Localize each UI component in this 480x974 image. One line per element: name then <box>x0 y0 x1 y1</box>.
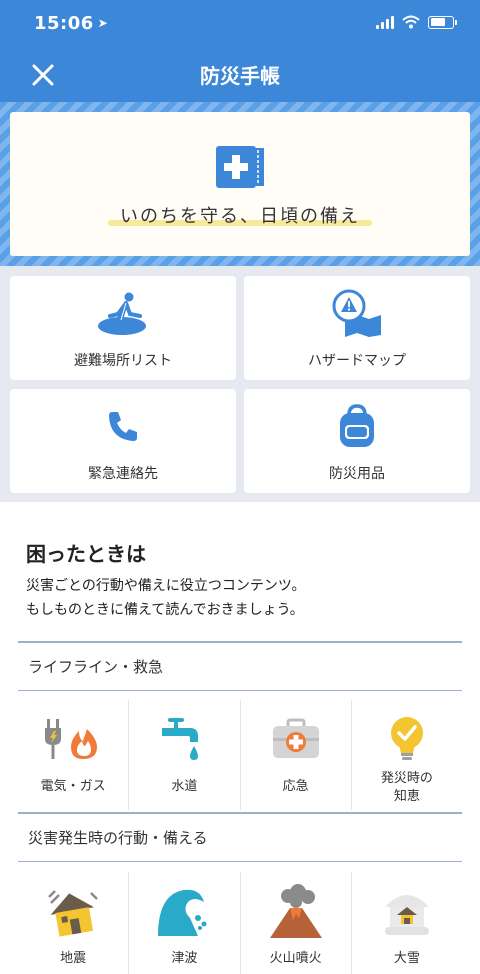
plug-flame-icon <box>45 719 98 759</box>
phone-icon <box>109 412 137 441</box>
item-disaster-wisdom[interactable]: 発災時の 知恵 <box>352 700 462 810</box>
faucet-icon <box>162 718 199 760</box>
item-tsunami[interactable]: 津波 <box>129 872 241 974</box>
item-label: 応急 <box>241 778 351 796</box>
hazard-map-icon <box>332 289 381 337</box>
item-label: 電気・ガス <box>40 779 106 794</box>
signal-icon <box>376 15 394 29</box>
item-label-line: 知恵 <box>393 789 420 804</box>
item-label-text: 応急 <box>282 779 309 794</box>
battery-icon <box>428 15 457 29</box>
emergency-contacts-tile[interactable]: 緊急連絡先 <box>10 389 236 493</box>
tile-label: 緊急連絡先 <box>88 466 158 482</box>
item-label: 水道 <box>171 779 198 794</box>
evacuation-icon <box>98 292 146 335</box>
hero-tagline: いのちを守る、日頃の備え <box>120 206 360 227</box>
item-label: 大雪 <box>393 951 420 966</box>
section-description: 災害ごとの行動や備えに役立つコンテンツ。 もしものときに備えて読んでおきましょう… <box>26 574 305 622</box>
trouble-section: 困ったときは 災害ごとの行動や備えに役立つコンテンツ。 もしものときに備えて読ん… <box>0 502 480 974</box>
notebook-plus-icon <box>216 146 264 188</box>
lightbulb-icon <box>390 717 423 760</box>
wifi-icon <box>402 15 420 29</box>
item-label: 地震 <box>60 951 87 966</box>
hero-banner: いのちを守る、日頃の備え <box>0 102 480 266</box>
disaster-supplies-tile[interactable]: 防災用品 <box>244 389 470 493</box>
item-label: 火山噴火 <box>269 951 322 966</box>
item-water[interactable]: 水道 <box>129 700 241 810</box>
item-electricity-gas[interactable]: 電気・ガス <box>18 700 130 810</box>
description-line: もしものときに備えて読んでおきましょう。 <box>26 602 304 618</box>
hazard-map-tile[interactable]: ハザードマップ <box>244 276 470 380</box>
item-first-aid[interactable]: 応急 <box>241 700 352 810</box>
item-volcano[interactable]: 火山噴火 <box>241 872 352 974</box>
status-bar: 15:06 ➤ <box>0 0 480 50</box>
location-arrow-icon: ➤ <box>97 16 109 30</box>
volcano-icon <box>269 884 322 938</box>
item-label: 発災時の 知恵 <box>352 770 462 806</box>
item-earthquake[interactable]: 地震 <box>18 872 130 974</box>
category-row-lifeline: 電気・ガス 水道 応急 発災時の 知恵 <box>18 700 462 810</box>
tile-label: ハザードマップ <box>308 353 406 369</box>
status-time: 15:06 ➤ <box>34 13 109 34</box>
category-title: ライフライン・救急 <box>28 658 164 676</box>
quick-menu: 避難場所リスト ハザードマップ 緊急連絡先 防災用品 <box>0 266 480 502</box>
item-label-line: 発災時の <box>380 771 433 786</box>
page-title: 防災手帳 <box>200 64 280 88</box>
item-heavy-snow[interactable]: 大雪 <box>352 872 462 974</box>
app-header: 15:06 ➤ 防災手帳 <box>0 0 480 102</box>
earthquake-house-icon <box>48 890 99 937</box>
category-title: 災害発生時の行動・備える <box>28 829 208 847</box>
tile-label: 避難場所リスト <box>74 353 172 369</box>
category-header-disaster-action: 災害発生時の行動・備える <box>18 812 462 862</box>
description-line: 災害ごとの行動や備えに役立つコンテンツ。 <box>26 578 306 594</box>
evacuation-list-tile[interactable]: 避難場所リスト <box>10 276 236 380</box>
backpack-icon <box>340 404 374 447</box>
snow-house-icon <box>384 895 429 935</box>
category-row-disaster-action: 地震 津波 火山噴火 大雪 <box>18 872 462 974</box>
section-title: 困ったときは <box>26 542 146 566</box>
tile-label: 防災用品 <box>329 466 385 482</box>
first-aid-kit-icon <box>272 718 319 758</box>
category-header-lifeline: ライフライン・救急 <box>18 641 462 691</box>
item-label: 津波 <box>171 951 198 966</box>
tsunami-wave-icon <box>158 889 207 936</box>
